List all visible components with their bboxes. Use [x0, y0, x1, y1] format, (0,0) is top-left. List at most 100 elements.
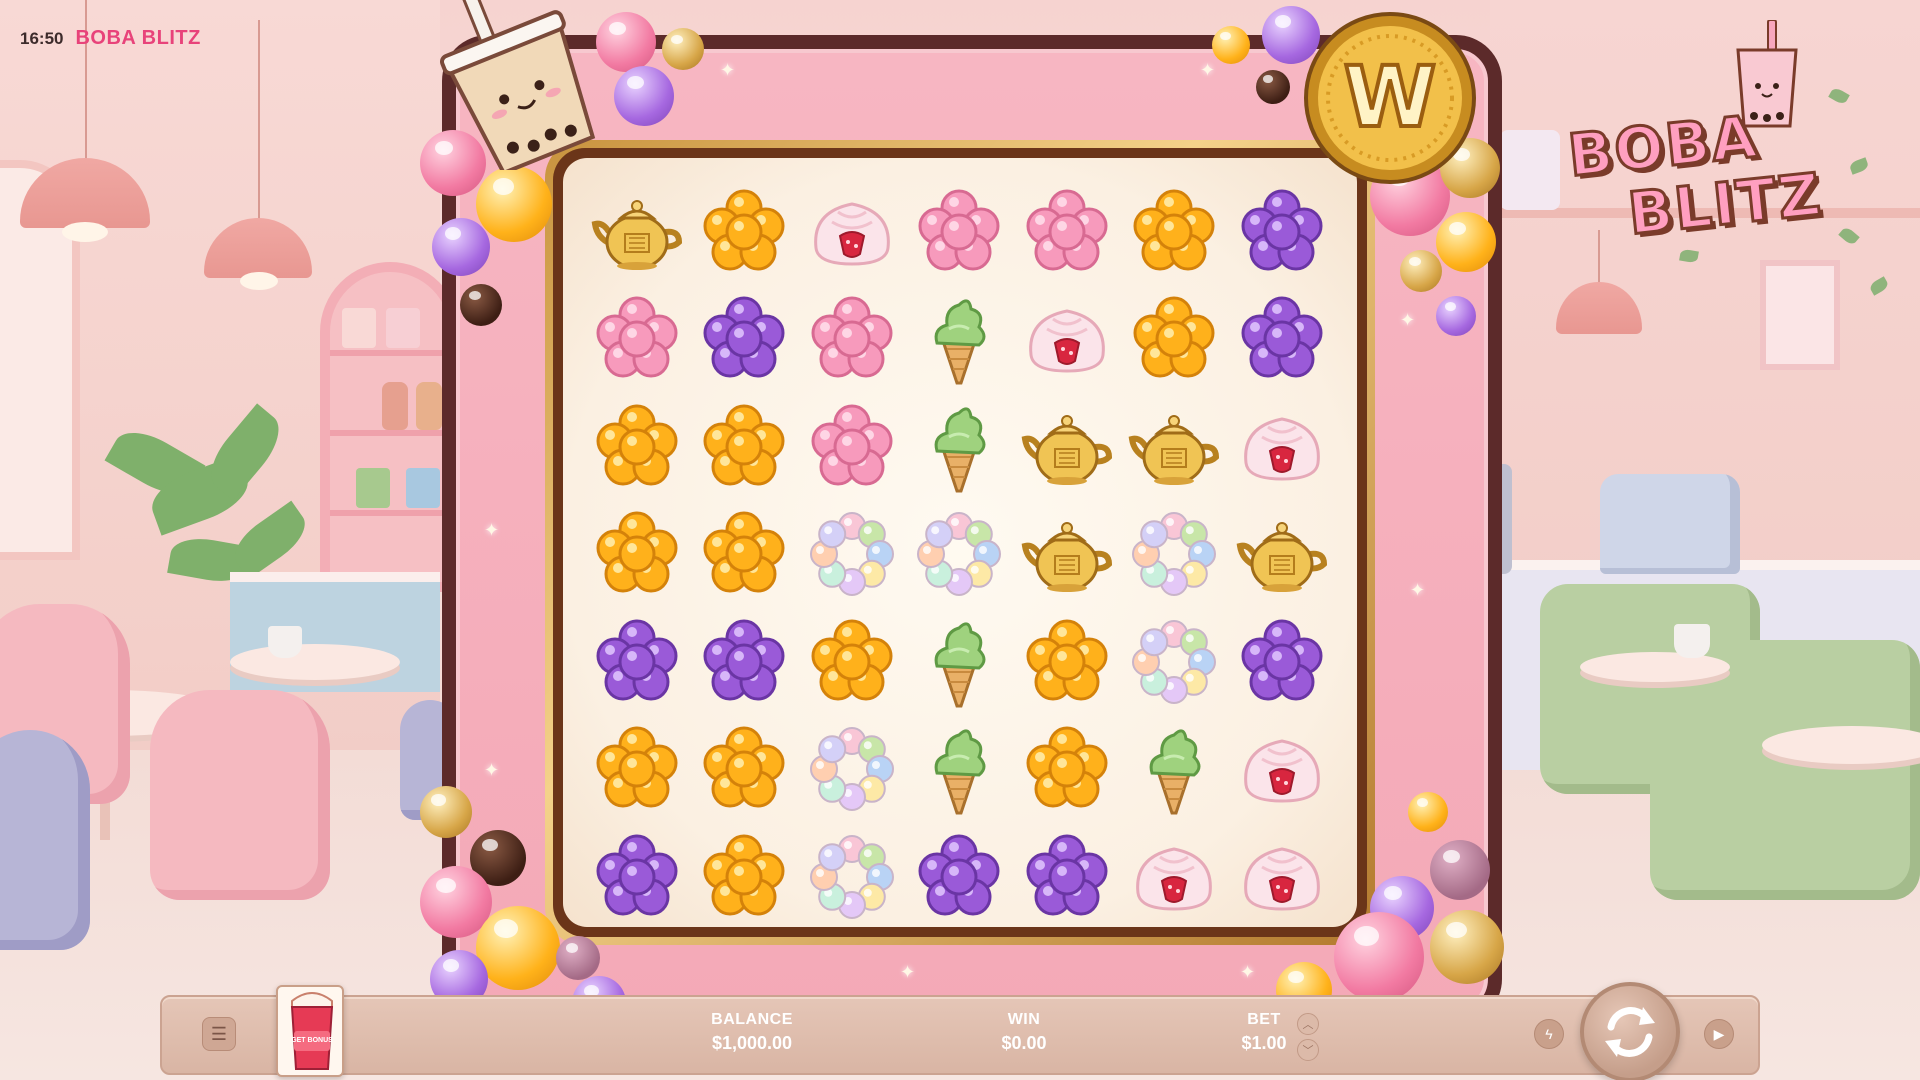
purple-symbol-icon — [596, 834, 678, 916]
grid-cell — [906, 823, 1014, 931]
bet-display: BET $1.00 — [1184, 1011, 1344, 1054]
cafe-table — [1580, 652, 1730, 682]
sparkle: ✦ — [484, 520, 500, 540]
boba-ball — [476, 166, 552, 242]
grid-cell — [1228, 178, 1336, 286]
teapot-symbol-icon — [1021, 522, 1112, 593]
teapot-symbol-icon — [1128, 414, 1220, 485]
bun-symbol-icon — [1243, 739, 1320, 803]
cafe-table — [230, 644, 400, 680]
grid-cell — [1228, 286, 1336, 394]
bun-symbol-icon — [1028, 309, 1105, 373]
grid-cell — [798, 178, 906, 286]
orange-symbol-icon — [811, 619, 893, 701]
grid-cell — [1013, 716, 1121, 824]
orange-symbol-icon — [703, 189, 785, 271]
arch-shelf — [320, 262, 460, 592]
grid-cell — [1228, 501, 1336, 609]
grid-cell — [691, 286, 799, 394]
boba-ball — [1430, 840, 1490, 900]
status-game-title: BOBA BLITZ — [75, 27, 201, 49]
spin-button[interactable] — [1580, 982, 1680, 1080]
sparkle: ✦ — [900, 962, 916, 982]
grid-cell — [906, 178, 1014, 286]
orange-symbol-icon — [1133, 296, 1215, 378]
boba-ball — [1212, 26, 1250, 64]
canister — [1500, 130, 1560, 210]
jar — [386, 308, 420, 348]
grid-cell — [583, 286, 691, 394]
bottle — [382, 382, 408, 430]
lamp-cord — [258, 20, 260, 220]
grid-cell — [1013, 286, 1121, 394]
bet-label: BET — [1247, 1011, 1281, 1028]
game-logo: BOBA BLITZ — [1560, 20, 1860, 250]
boba-ball — [460, 284, 502, 326]
lamp-bulb — [240, 272, 278, 290]
boba-ball — [420, 786, 472, 838]
turbo-button[interactable]: ϟ — [1534, 1019, 1564, 1049]
control-bar: ☰ BALANCE $1,000.00 WIN $0.00 BET $1.00 … — [160, 995, 1760, 1075]
rainbow-symbol-icon — [917, 512, 1002, 597]
bonus-label: GET BONUS — [291, 1037, 333, 1044]
orange-symbol-icon — [1026, 726, 1108, 808]
purple-symbol-icon — [918, 834, 1000, 916]
get-bonus-button[interactable]: GET BONUS — [276, 985, 344, 1077]
orange-symbol-icon — [1026, 619, 1108, 701]
balance-display: BALANCE $1,000.00 — [672, 1011, 832, 1054]
bet-value: $1.00 — [1241, 1033, 1287, 1053]
icecream-symbol-icon — [934, 299, 986, 385]
teapot-symbol-icon — [1021, 414, 1112, 485]
rainbow-symbol-icon — [809, 727, 894, 812]
grid-cell — [1121, 178, 1229, 286]
icecream-symbol-icon — [934, 622, 986, 708]
bet-increase-button[interactable]: ︿ — [1297, 1013, 1319, 1035]
grid-cell — [1013, 608, 1121, 716]
bun-symbol-icon — [1136, 847, 1213, 911]
boba-ball — [1436, 296, 1476, 336]
play-icon: ▶ — [1713, 1025, 1725, 1042]
grid-cell — [1121, 608, 1229, 716]
grid-cell — [798, 716, 906, 824]
grid-cell — [1013, 823, 1121, 931]
boba-ball — [432, 218, 490, 276]
grid-cell — [691, 501, 799, 609]
grid-cell — [906, 286, 1014, 394]
pink-symbol-icon — [811, 296, 893, 378]
jar — [406, 468, 440, 508]
purple-symbol-icon — [1026, 834, 1108, 916]
purple-symbol-icon — [703, 619, 785, 701]
orange-symbol-icon — [703, 834, 785, 916]
board-border — [553, 148, 1367, 937]
bet-decrease-button[interactable]: ﹀ — [1297, 1039, 1319, 1061]
grid-cell — [1121, 501, 1229, 609]
boba-ball — [662, 28, 704, 70]
bonus-cup-icon — [290, 992, 334, 1070]
purple-symbol-icon — [1241, 296, 1323, 378]
pink-symbol-icon — [1026, 189, 1108, 271]
grid-cell — [1228, 393, 1336, 501]
lamp-cord — [85, 0, 87, 160]
espresso-machine — [1600, 474, 1740, 574]
lamp-bulb — [62, 222, 108, 242]
wild-coin-icon: W — [1304, 12, 1476, 184]
grid-cell — [1228, 716, 1336, 824]
grid-cell — [906, 716, 1014, 824]
autoplay-button[interactable]: ▶ — [1704, 1019, 1734, 1049]
win-display: WIN $0.00 — [944, 1011, 1104, 1054]
icecream-symbol-icon — [1149, 729, 1201, 815]
wall-picture — [1760, 260, 1840, 370]
menu-button[interactable]: ☰ — [202, 1017, 236, 1051]
grid-cell — [1228, 608, 1336, 716]
orange-symbol-icon — [596, 511, 678, 593]
bottle — [416, 382, 442, 430]
grid-cell — [1121, 823, 1229, 931]
coin-letter: W — [1344, 48, 1437, 146]
boba-ball — [1334, 912, 1424, 1002]
rainbow-symbol-icon — [1132, 512, 1217, 597]
grid-cell — [583, 823, 691, 931]
boba-ball — [476, 906, 560, 990]
boba-ball — [556, 936, 600, 980]
grid-cell — [583, 393, 691, 501]
sparkle: ✦ — [1200, 60, 1216, 80]
